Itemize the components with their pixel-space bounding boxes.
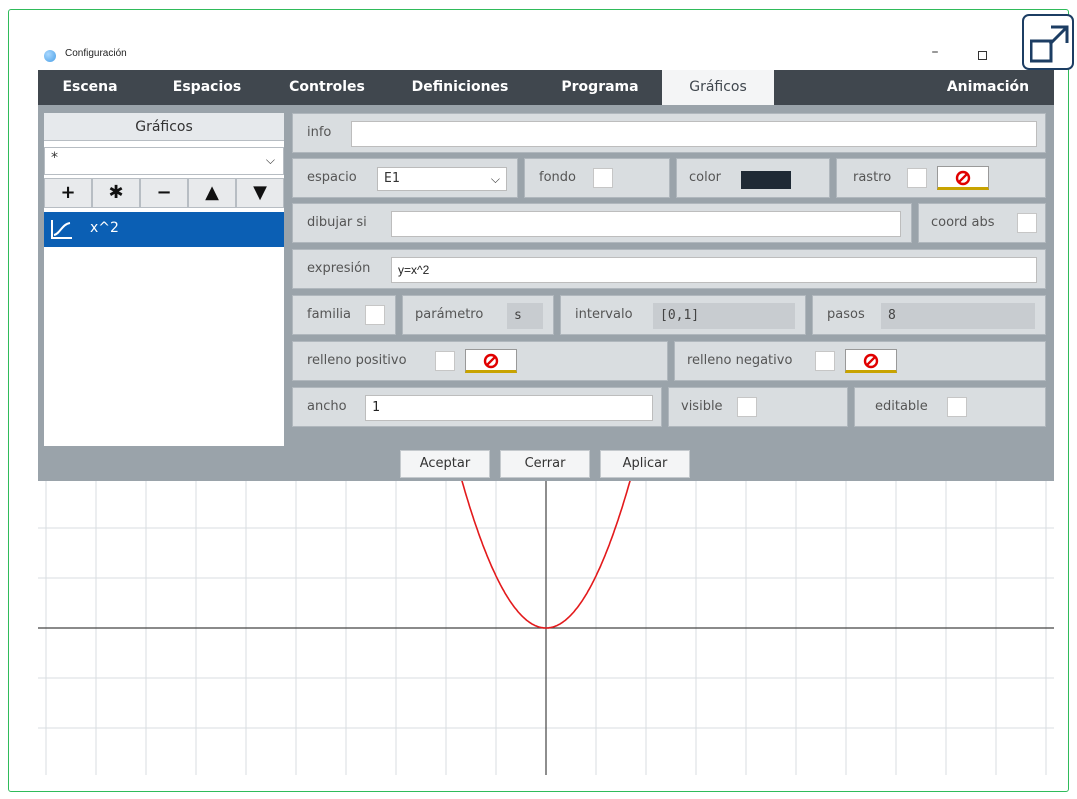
coord-abs-label: coord abs: [931, 215, 995, 230]
relleno-positivo-color-button[interactable]: [465, 349, 517, 373]
editable-checkbox[interactable]: [947, 397, 967, 417]
window-title: Configuración: [65, 48, 127, 59]
color-label: color: [689, 170, 722, 185]
dialog-buttons: Aceptar Cerrar Aplicar: [38, 446, 1054, 481]
dibujar-si-label: dibujar si: [307, 215, 367, 230]
move-up-button[interactable]: ▲: [188, 178, 236, 208]
coord-abs-cell: coord abs: [918, 203, 1046, 243]
parametro-label: parámetro: [415, 307, 484, 322]
chevron-down-icon: ⌵: [490, 172, 500, 186]
expresion-label: expresión: [307, 261, 371, 276]
intervalo-input: [0,1]: [653, 303, 795, 329]
relleno-positivo-label: relleno positivo: [307, 353, 407, 368]
ancho-cell: ancho 1: [292, 387, 662, 427]
pasos-input: 8: [881, 303, 1035, 329]
espacio-cell: espacio E1 ⌵: [292, 158, 518, 198]
chevron-down-icon: ⌵: [265, 153, 275, 167]
list-header: Gráficos: [44, 113, 284, 141]
espacio-label: espacio: [307, 170, 357, 185]
editable-cell: editable: [854, 387, 1046, 427]
tab-escena[interactable]: Escena: [38, 70, 142, 105]
familia-cell: familia: [292, 295, 396, 335]
tab-definiciones[interactable]: Definiciones: [398, 70, 522, 105]
color-cell: color: [676, 158, 830, 198]
filter-select[interactable]: * ⌵: [44, 147, 284, 175]
familia-checkbox[interactable]: [365, 305, 385, 325]
graphics-list-panel: Gráficos * ⌵ + ✱ − ▲ ▼ x^2: [44, 113, 284, 446]
graphic-properties: info espacio E1 ⌵ fondo color rastro dib…: [292, 113, 1046, 438]
fondo-checkbox[interactable]: [593, 168, 613, 188]
curve-icon: [51, 220, 72, 239]
expresion-input[interactable]: y=x^2: [391, 257, 1037, 283]
editable-label: editable: [875, 399, 928, 414]
intervalo-label: intervalo: [575, 307, 633, 322]
espacio-select[interactable]: E1 ⌵: [377, 167, 507, 191]
rastro-checkbox[interactable]: [907, 168, 927, 188]
list-item-label: x^2: [90, 220, 119, 236]
info-label: info: [307, 125, 332, 140]
fondo-cell: fondo: [524, 158, 670, 198]
rastro-color-button[interactable]: [937, 166, 989, 190]
tab-programa[interactable]: Programa: [544, 70, 656, 105]
move-down-button[interactable]: ▼: [236, 178, 284, 208]
config-panel: Gráficos * ⌵ + ✱ − ▲ ▼ x^2 info espacio: [38, 105, 1054, 446]
fondo-label: fondo: [539, 170, 576, 185]
dibujar-si-input[interactable]: [391, 211, 901, 237]
rastro-cell: rastro: [836, 158, 1046, 198]
visible-cell: visible: [668, 387, 848, 427]
window-titlebar: Configuración –: [38, 40, 1054, 70]
ancho-input[interactable]: 1: [365, 395, 653, 421]
parametro-input: s: [507, 303, 543, 329]
accept-button[interactable]: Aceptar: [400, 450, 490, 478]
pasos-label: pasos: [827, 307, 865, 322]
maximize-button[interactable]: [978, 51, 987, 60]
graph-canvas[interactable]: [38, 481, 1054, 775]
rastro-label: rastro: [853, 170, 892, 185]
familia-label: familia: [307, 307, 352, 322]
relleno-negativo-label: relleno negativo: [687, 353, 793, 368]
dibujar-si-cell: dibujar si: [292, 203, 912, 243]
list-item[interactable]: x^2: [44, 212, 284, 247]
relleno-negativo-color-button[interactable]: [845, 349, 897, 373]
pasos-cell: pasos 8: [812, 295, 1046, 335]
ancho-label: ancho: [307, 399, 347, 414]
app-icon: [44, 50, 56, 62]
coord-abs-checkbox[interactable]: [1017, 213, 1037, 233]
no-color-icon: [955, 170, 971, 186]
apply-button[interactable]: Aplicar: [600, 450, 690, 478]
close-button[interactable]: Cerrar: [500, 450, 590, 478]
intervalo-cell: intervalo [0,1]: [560, 295, 806, 335]
relleno-negativo-checkbox[interactable]: [815, 351, 835, 371]
espacio-value: E1: [384, 171, 400, 186]
filter-value: *: [51, 150, 58, 166]
info-row: info: [292, 113, 1046, 153]
visible-label: visible: [681, 399, 723, 414]
minimize-button[interactable]: –: [928, 44, 942, 64]
remove-button[interactable]: −: [140, 178, 188, 208]
add-button[interactable]: +: [44, 178, 92, 208]
tab-espacios[interactable]: Espacios: [152, 70, 262, 105]
color-swatch[interactable]: [741, 171, 791, 189]
relleno-positivo-checkbox[interactable]: [435, 351, 455, 371]
duplicate-button[interactable]: ✱: [92, 178, 140, 208]
list-toolbar: + ✱ − ▲ ▼: [44, 178, 284, 208]
expresion-row: expresión y=x^2: [292, 249, 1046, 289]
parametro-cell: parámetro s: [402, 295, 554, 335]
menu-tabs: Escena Espacios Controles Definiciones P…: [38, 70, 1054, 105]
tab-graficos[interactable]: Gráficos: [662, 70, 774, 105]
info-input[interactable]: [351, 121, 1037, 147]
tab-controles[interactable]: Controles: [272, 70, 382, 105]
no-color-icon: [483, 353, 499, 369]
tab-animacion[interactable]: Animación: [928, 70, 1048, 105]
visible-checkbox[interactable]: [737, 397, 757, 417]
relleno-negativo-cell: relleno negativo: [674, 341, 1046, 381]
relleno-positivo-cell: relleno positivo: [292, 341, 668, 381]
no-color-icon: [863, 353, 879, 369]
